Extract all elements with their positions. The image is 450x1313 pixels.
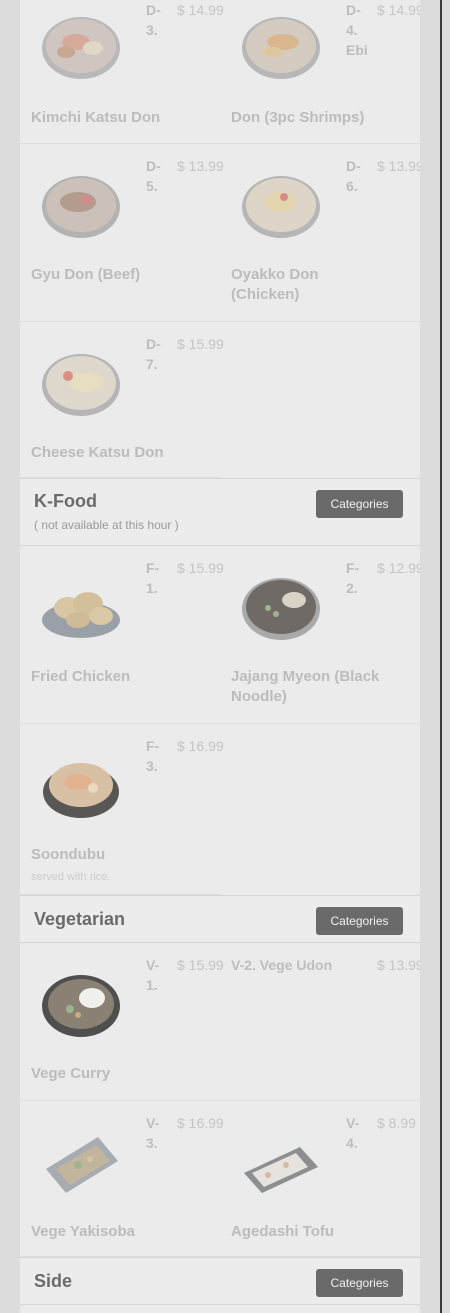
item-code: F-3.: [146, 738, 160, 774]
item-price: $ 14.99: [377, 2, 420, 18]
oyakko-don-image: [238, 172, 324, 242]
item-code: D-5.: [146, 158, 161, 194]
menu-item-f1[interactable]: F-1. $ 15.99 Fried Chicken: [20, 546, 224, 724]
item-code: V-4.: [346, 1115, 360, 1151]
menu-item-d5[interactable]: D-5. $ 13.99 Gyu Don (Beef): [20, 144, 224, 322]
section-vegetarian: V-1. $ 15.99 Vege Curry V-2. Vege Udon $…: [20, 943, 420, 1257]
category-availability-note: ( not available at this hour ): [34, 518, 179, 532]
category-title: Side: [34, 1271, 73, 1291]
agedashi-tofu-image: [238, 1129, 324, 1199]
item-name: Oyakko Don (Chicken): [231, 266, 319, 303]
item-name: Soondubu: [31, 846, 106, 863]
item-price: $ 13.99: [377, 158, 420, 174]
item-code: D-7.: [146, 336, 161, 372]
menu-item-d7[interactable]: D-7. $ 15.99 Cheese Katsu Don: [20, 322, 224, 478]
category-header-side: Side Categories: [20, 1257, 420, 1305]
jajang-myeon-image: [238, 574, 324, 644]
item-code: F-1.: [146, 560, 160, 596]
item-price: $ 8.99: [377, 1115, 416, 1131]
item-price: $ 12.99: [377, 560, 420, 576]
item-name: Fried Chicken: [31, 668, 131, 685]
soondubu-image: [38, 752, 124, 822]
category-title: K-Food: [34, 491, 97, 511]
menu-list: D-3. $ 14.99 Kimchi Katsu Don D-4. Ebi $…: [20, 0, 420, 1313]
item-code: V-2. Vege Udon: [231, 957, 333, 973]
item-name: Cheese Katsu Don: [31, 444, 164, 461]
menu-item-d3[interactable]: D-3. $ 14.99 Kimchi Katsu Don: [20, 0, 224, 144]
item-name: Gyu Don (Beef): [31, 266, 141, 283]
gyu-don-image: [38, 172, 124, 242]
scrollbar-track[interactable]: [440, 0, 442, 1313]
item-price: $ 16.99: [177, 738, 224, 754]
item-note: served with rice.: [31, 871, 111, 883]
category-header-kfood: K-Food ( not available at this hour ) Ca…: [20, 478, 420, 546]
item-name: Vege Yakisoba: [31, 1223, 135, 1240]
vege-curry-image: [38, 971, 124, 1041]
categories-button[interactable]: Categories: [316, 907, 403, 935]
menu-item-v4[interactable]: V-4. $ 8.99 Agedashi Tofu: [220, 1101, 420, 1257]
vege-yakisoba-image: [38, 1129, 124, 1199]
category-title: Vegetarian: [34, 909, 126, 929]
section-kfood: F-1. $ 15.99 Fried Chicken F-2. $ 12.99 …: [20, 546, 420, 895]
kimchi-katsu-don-image: [38, 12, 124, 82]
item-name: Agedashi Tofu: [231, 1223, 335, 1240]
item-name: Kimchi Katsu Don: [31, 109, 161, 126]
item-code: D-3.: [146, 2, 161, 38]
menu-item-v2[interactable]: V-2. Vege Udon $ 13.99: [220, 943, 420, 1101]
item-code: D-6.: [346, 158, 361, 194]
item-price: $ 15.99: [177, 336, 224, 352]
menu-item-d6[interactable]: D-6. $ 13.99 Oyakko Don (Chicken): [220, 144, 420, 322]
menu-item-v3[interactable]: V-3. $ 16.99 Vege Yakisoba: [20, 1101, 224, 1257]
item-code: F-2.: [346, 560, 360, 596]
menu-item-f3[interactable]: F-3. $ 16.99 Soondubu served with rice.: [20, 724, 224, 895]
cheese-katsu-don-image: [38, 350, 124, 420]
menu-item-d4[interactable]: D-4. Ebi $ 14.99 Don (3pc Shrimps): [220, 0, 420, 144]
item-name: Vege Curry: [31, 1065, 111, 1082]
category-header-vegetarian: Vegetarian Categories: [20, 895, 420, 943]
categories-button[interactable]: Categories: [316, 1269, 403, 1297]
item-name: Jajang Myeon (Black Noodle): [231, 668, 380, 705]
categories-button[interactable]: Categories: [316, 490, 403, 518]
item-code: V-1.: [146, 957, 160, 993]
section-donburi: D-3. $ 14.99 Kimchi Katsu Don D-4. Ebi $…: [20, 0, 420, 478]
fried-chicken-image: [38, 574, 124, 644]
menu-item-v1[interactable]: V-1. $ 15.99 Vege Curry: [20, 943, 224, 1101]
menu-item-f2[interactable]: F-2. $ 12.99 Jajang Myeon (Black Noodle): [220, 546, 420, 724]
ebi-don-image: [238, 12, 324, 82]
item-name: Don (3pc Shrimps): [231, 109, 365, 126]
item-code: D-4. Ebi: [346, 2, 368, 58]
item-code: V-3.: [146, 1115, 160, 1151]
item-price: $ 13.99: [377, 957, 420, 973]
